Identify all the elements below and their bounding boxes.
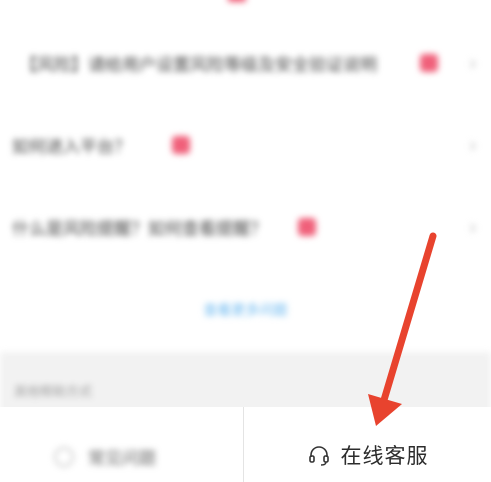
- headset-icon: [308, 445, 329, 466]
- faq-button[interactable]: 常见问题: [0, 407, 243, 482]
- online-service-button[interactable]: 在线客服: [244, 407, 491, 482]
- more-questions-link[interactable]: 查看更多问题: [0, 300, 491, 320]
- section-title: 其他帮助方式: [14, 385, 93, 400]
- online-service-label: 在线客服: [340, 443, 429, 468]
- faq-button-label: 常见问题: [88, 449, 156, 469]
- chevron-right-icon: ›: [469, 133, 477, 157]
- chevron-right-icon: ›: [469, 51, 477, 75]
- faq-question: 【风险】请给用户设置风险等级及安全验证说明: [20, 55, 377, 76]
- question-icon: [54, 447, 74, 467]
- help-screen: 【风险】请给用户设置风险等级及安全验证说明 › 如何进入平台？ › 什么是风险提…: [0, 0, 491, 482]
- hot-badge: [228, 0, 246, 2]
- hot-badge: [298, 218, 316, 236]
- faq-question: 什么是风险提醒？如何查看提醒？: [12, 219, 267, 240]
- faq-item-2[interactable]: 如何进入平台？ ›: [0, 110, 491, 180]
- hot-badge: [172, 136, 190, 154]
- hot-badge: [420, 54, 438, 72]
- faq-item-3[interactable]: 什么是风险提醒？如何查看提醒？ ›: [0, 192, 491, 262]
- chevron-right-icon: ›: [469, 215, 477, 239]
- faq-question: 如何进入平台？: [12, 137, 131, 158]
- faq-item-1[interactable]: 【风险】请给用户设置风险等级及安全验证说明 ›: [0, 28, 491, 98]
